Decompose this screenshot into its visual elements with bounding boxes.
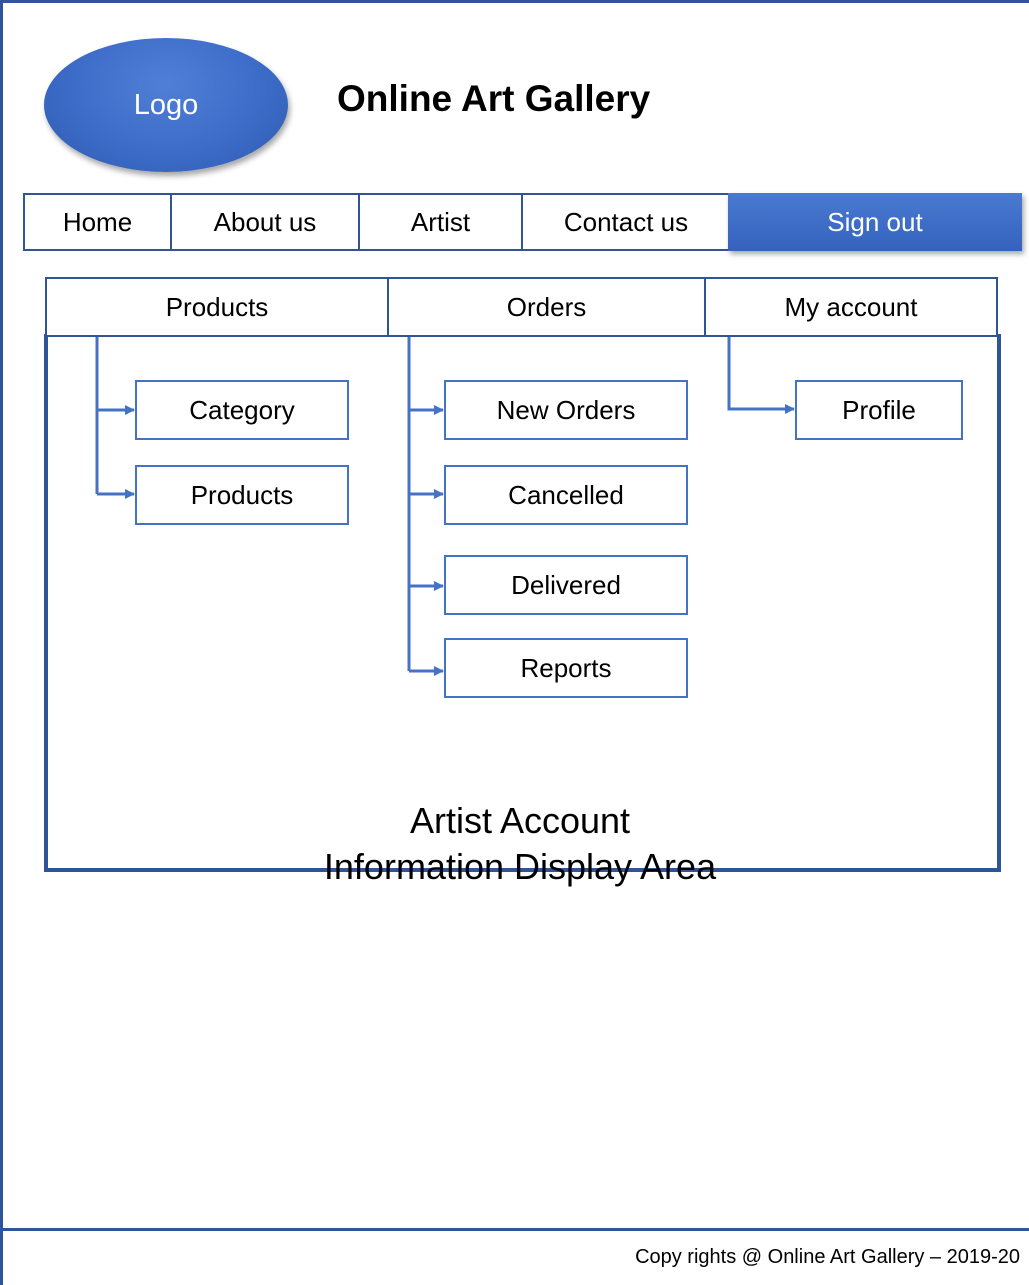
nav-about-us-label: About us — [213, 206, 317, 237]
sign-out-label: Sign out — [827, 206, 923, 237]
subitem-profile[interactable]: Profile — [795, 380, 963, 440]
tab-products-label: Products — [165, 291, 269, 322]
subitem-delivered-label: Delivered — [511, 569, 621, 600]
subitem-cancelled-label: Cancelled — [508, 479, 624, 510]
subitem-reports[interactable]: Reports — [444, 638, 688, 698]
subitem-reports-label: Reports — [520, 652, 612, 683]
logo: Logo — [44, 38, 288, 172]
nav-about-us[interactable]: About us — [170, 193, 360, 251]
subitem-profile-label: Profile — [842, 394, 916, 425]
tab-my-account-label: My account — [784, 291, 918, 322]
nav-contact-us-label: Contact us — [563, 206, 689, 237]
subitem-products-label: Products — [190, 479, 294, 510]
tab-my-account[interactable]: My account — [704, 277, 998, 337]
tab-orders[interactable]: Orders — [387, 277, 706, 337]
subitem-category[interactable]: Category — [135, 380, 349, 440]
nav-home-label: Home — [62, 206, 133, 237]
logo-label: Logo — [133, 88, 199, 121]
subitem-cancelled[interactable]: Cancelled — [444, 465, 688, 525]
nav-home[interactable]: Home — [23, 193, 172, 251]
nav-contact-us[interactable]: Contact us — [521, 193, 731, 251]
subitem-new-orders[interactable]: New Orders — [444, 380, 688, 440]
subitem-products[interactable]: Products — [135, 465, 349, 525]
tab-products[interactable]: Products — [45, 277, 389, 337]
page-title: Online Art Gallery — [337, 78, 651, 119]
display-area-line-2: Information Display Area — [323, 846, 717, 887]
subitem-category-label: Category — [189, 394, 295, 425]
subitem-delivered[interactable]: Delivered — [444, 555, 688, 615]
nav-artist-label: Artist — [410, 206, 471, 237]
sign-out-button[interactable]: Sign out — [728, 193, 1022, 251]
tab-orders-label: Orders — [506, 291, 587, 322]
footer-divider — [0, 1228, 1029, 1231]
nav-artist[interactable]: Artist — [358, 193, 523, 251]
display-area-line-1: Artist Account — [409, 800, 631, 841]
display-area-text: Artist Account Information Display Area — [200, 798, 840, 890]
subitem-new-orders-label: New Orders — [496, 394, 636, 425]
footer-copyright: Copy rights @ Online Art Gallery – 2019-… — [635, 1246, 1020, 1268]
